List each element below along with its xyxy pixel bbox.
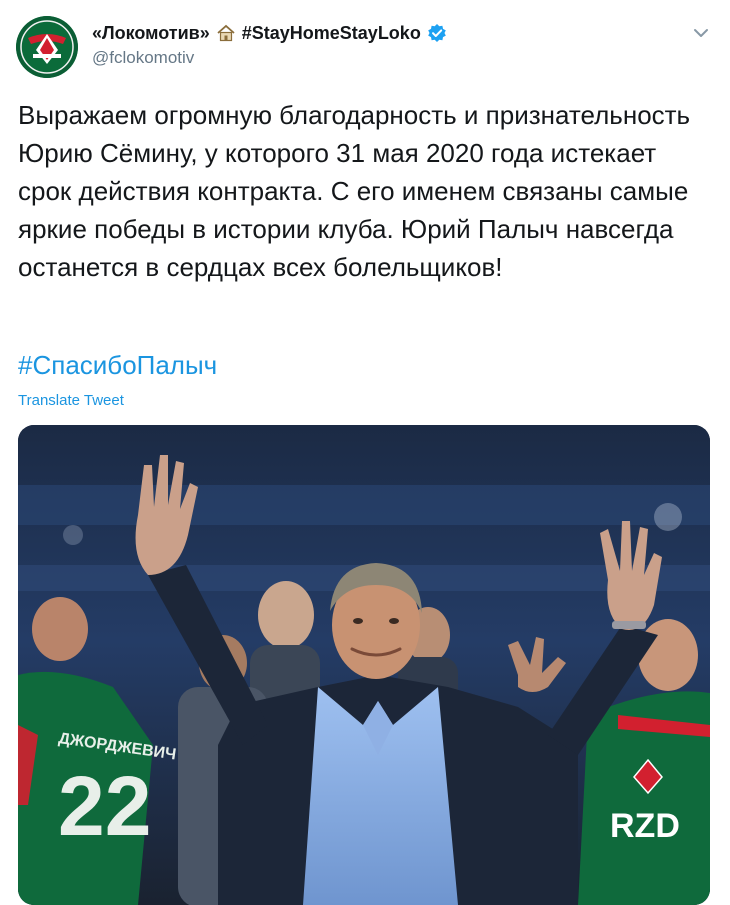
chevron-down-icon[interactable] [690, 22, 712, 44]
photo-illustration: 22 ДЖОРДЖЕВИЧ RZD [18, 425, 710, 905]
tweet-card: «Локомотив» #StayHomeStayLoko @fclokomot… [0, 0, 730, 905]
tweet-photo[interactable]: 22 ДЖОРДЖЕВИЧ RZD [18, 425, 710, 905]
jersey-sponsor: RZD [610, 807, 680, 845]
avatar[interactable] [16, 16, 78, 78]
house-emoji-icon [216, 23, 236, 43]
account-handle[interactable]: @fclokomotiv [92, 48, 674, 72]
display-name-line: «Локомотив» #StayHomeStayLoko [92, 20, 674, 46]
tweet-header: «Локомотив» #StayHomeStayLoko @fclokomot… [16, 14, 714, 80]
tweet-text: Выражаем огромную благодарность и призна… [18, 100, 691, 282]
display-name-tag: #StayHomeStayLoko [241, 22, 421, 43]
hashtag-link[interactable]: #СпасибоПалыч [18, 346, 217, 384]
jersey-number: 22 [58, 759, 151, 853]
display-name[interactable]: «Локомотив» [92, 23, 210, 44]
account-names: «Локомотив» #StayHomeStayLoko @fclokomot… [92, 20, 674, 72]
lokomotiv-crest-icon [16, 16, 78, 78]
translate-tweet-link[interactable]: Translate Tweet [18, 391, 124, 411]
verified-badge-icon [427, 23, 447, 43]
